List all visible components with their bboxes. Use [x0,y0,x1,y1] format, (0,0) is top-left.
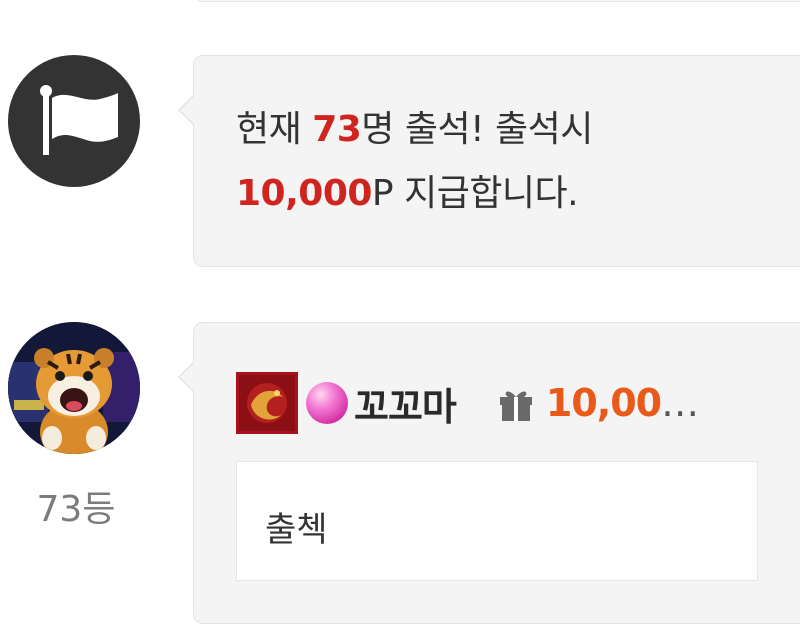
notice-text-middle: 명 출석! 출석시 [361,109,593,150]
user-rank: 73등 [36,489,116,530]
attendance-count: 73 [312,109,362,150]
gift-amount-ellipsis: … [661,381,699,425]
level-badge-icon [236,372,298,434]
pink-gem-icon [306,382,348,424]
notice-text-prefix: 현재 [236,109,313,150]
comment-message: 출첵 [265,510,328,550]
gift-amount: 10,00… [545,381,699,425]
reward-points: 10,000 [236,173,372,214]
comment-author-row: 꼬꼬마 10,00… [236,370,699,436]
system-avatar [8,55,140,187]
user-avatar[interactable] [8,322,140,454]
gift-amount-value: 10,00 [545,381,662,425]
notice-text-suffix: P 지급합니다. [371,173,579,214]
flag-icon [40,85,118,155]
tiger-avatar-image [8,322,140,454]
comment-message-box: 출첵 [236,461,758,581]
comment-bubble: 꼬꼬마 10,00… 출첵 [178,322,800,624]
attendance-notice-text: 현재 73명 출석! 출석시 10,000P 지급합니다. [236,98,593,226]
previous-message-card [195,0,800,2]
author-nickname[interactable]: 꼬꼬마 [354,376,457,431]
attendance-notice-bubble: 현재 73명 출석! 출석시 10,000P 지급합니다. [178,55,800,267]
gift-icon [499,391,532,421]
